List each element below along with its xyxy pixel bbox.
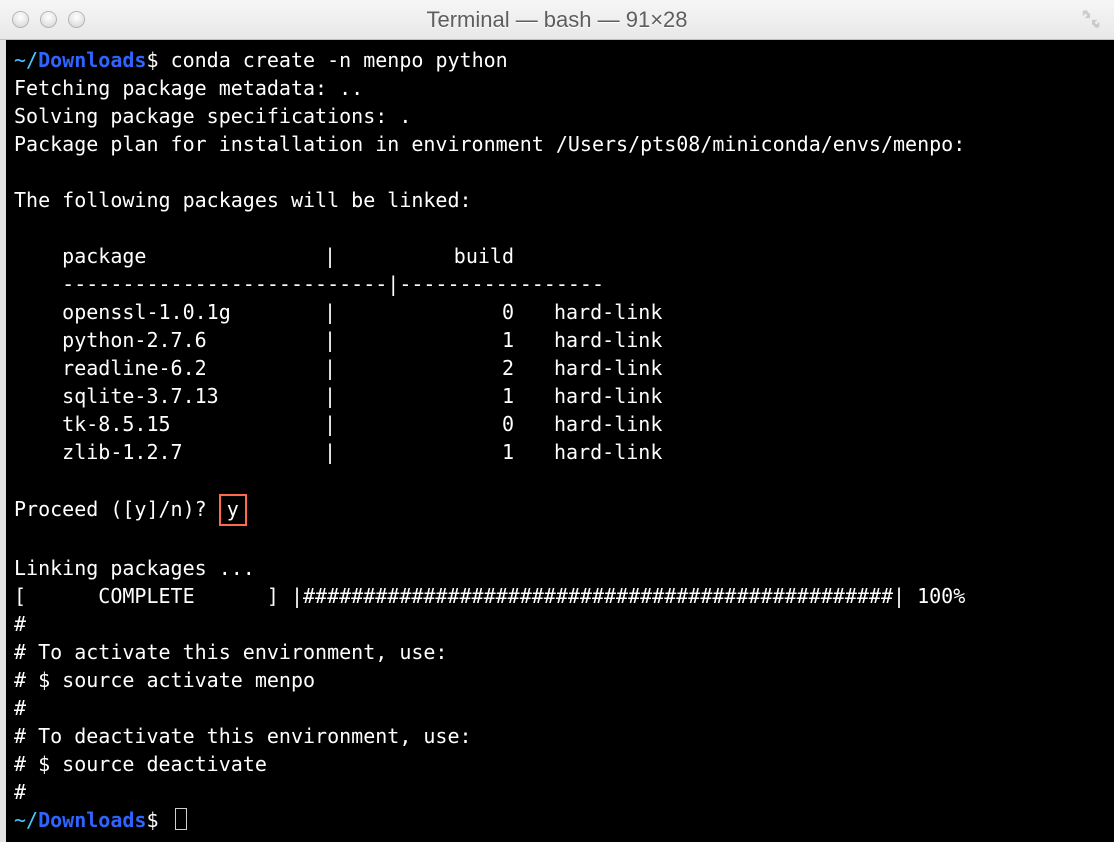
proceed-answer: y: [219, 494, 247, 526]
output-line: The following packages will be linked:: [14, 188, 472, 212]
table-row: zlib-1.2.7|1hard-link: [14, 440, 662, 464]
table-header: package|build: [14, 244, 514, 268]
progress-bar: [ COMPLETE ] |##########################…: [14, 584, 965, 608]
output-line: #: [14, 696, 26, 720]
minimize-button[interactable]: [40, 11, 57, 28]
terminal-content[interactable]: ~/Downloads$ conda create -n menpo pytho…: [0, 40, 1114, 842]
cursor-icon: [175, 808, 187, 830]
proceed-prompt: Proceed ([y]/n)? y: [14, 497, 247, 521]
output-line: Solving package specifications: .: [14, 104, 411, 128]
output-line: # $ source deactivate: [14, 752, 267, 776]
prompt-home: ~/: [14, 48, 38, 72]
output-line: Linking packages ...: [14, 556, 255, 580]
output-line: #: [14, 612, 26, 636]
output-line: # $ source activate menpo: [14, 668, 315, 692]
table-row: readline-6.2|2hard-link: [14, 356, 662, 380]
window-title: Terminal — bash — 91×28: [0, 7, 1114, 33]
output-line: Package plan for installation in environ…: [14, 132, 965, 156]
output-line: Fetching package metadata: ..: [14, 76, 363, 100]
prompt-line: ~/Downloads$: [14, 808, 187, 832]
output-line: #: [14, 780, 26, 804]
table-row: sqlite-3.7.13|1hard-link: [14, 384, 662, 408]
output-line: # To activate this environment, use:: [14, 640, 447, 664]
prompt-line: ~/Downloads$ conda create -n menpo pytho…: [14, 48, 508, 72]
table-row: openssl-1.0.1g|0hard-link: [14, 300, 662, 324]
prompt-sep: $: [146, 48, 170, 72]
fullscreen-icon[interactable]: [1080, 8, 1102, 30]
prompt-sep: $: [146, 808, 170, 832]
zoom-button[interactable]: [68, 11, 85, 28]
table-rule: ---------------------------|------------…: [14, 272, 604, 296]
table-row: python-2.7.6|1hard-link: [14, 328, 662, 352]
command-text: conda create -n menpo python: [171, 48, 508, 72]
prompt-dir: Downloads: [38, 48, 146, 72]
table-row: tk-8.5.15|0hard-link: [14, 412, 662, 436]
prompt-dir: Downloads: [38, 808, 146, 832]
traffic-lights: [12, 11, 85, 28]
close-button[interactable]: [12, 11, 29, 28]
window-titlebar[interactable]: Terminal — bash — 91×28: [0, 0, 1114, 40]
prompt-home: ~/: [14, 808, 38, 832]
output-line: # To deactivate this environment, use:: [14, 724, 472, 748]
